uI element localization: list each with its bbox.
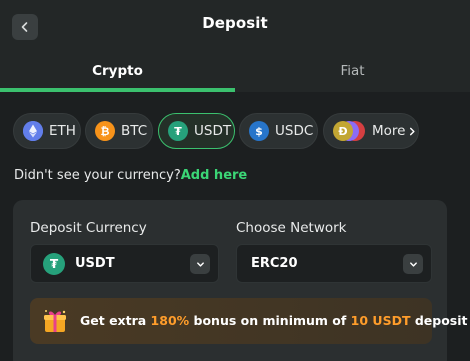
page-title: Deposit	[202, 14, 268, 32]
chip-more[interactable]: Ð More	[323, 113, 419, 149]
chevron-right-icon	[410, 127, 416, 135]
more-coins-icon: Ð	[333, 121, 371, 141]
deposit-currency-label: Deposit Currency	[30, 220, 147, 236]
currency-chips: ETH ₿ BTC ₮ USDT $ USDC Ð More	[13, 113, 470, 149]
network-select[interactable]: ERC20	[236, 244, 432, 283]
usdc-icon: $	[249, 121, 269, 141]
header: Deposit	[0, 0, 470, 50]
chip-usdt[interactable]: ₮ USDT	[158, 113, 235, 149]
usdt-icon: ₮	[43, 253, 65, 275]
chip-label: More	[372, 123, 406, 139]
gift-icon	[42, 308, 68, 334]
tab-fiat[interactable]: Fiat	[235, 50, 470, 92]
chip-label: USDT	[194, 123, 232, 139]
usdt-icon: ₮	[168, 121, 188, 141]
active-tab-indicator	[0, 88, 235, 92]
deposit-currency-select[interactable]: ₮ USDT	[30, 244, 219, 283]
chip-label: ETH	[49, 123, 76, 139]
add-currency-link[interactable]: Add here	[181, 168, 248, 183]
network-value: ERC20	[251, 256, 298, 271]
btc-icon: ₿	[95, 121, 115, 141]
tab-bar: Crypto Fiat	[0, 50, 470, 92]
chip-label: BTC	[121, 123, 148, 139]
chip-eth[interactable]: ETH	[13, 113, 81, 149]
eth-icon	[23, 121, 43, 141]
bonus-text: Get extra 180% bonus on minimum of 10 US…	[80, 313, 468, 328]
bonus-text-part: bonus on minimum of	[189, 313, 351, 328]
chevron-down-icon[interactable]	[190, 254, 210, 274]
bonus-banner: Get extra 180% bonus on minimum of 10 US…	[30, 298, 468, 344]
chip-usdc[interactable]: $ USDC	[239, 113, 318, 149]
notice-text: Didn't see your currency?	[14, 168, 181, 183]
chip-btc[interactable]: ₿ BTC	[85, 113, 153, 149]
chip-label: USDC	[275, 123, 314, 139]
bonus-text-part: deposit	[410, 313, 468, 328]
tab-crypto[interactable]: Crypto	[0, 50, 235, 92]
currency-notice: Didn't see your currency?Add here	[14, 168, 247, 183]
bonus-percent: 180%	[150, 313, 190, 328]
deposit-currency-value: USDT	[75, 256, 115, 271]
bonus-text-part: Get extra	[80, 313, 151, 328]
bonus-amount: 10 USDT	[350, 313, 411, 328]
chevron-down-icon[interactable]	[403, 254, 423, 274]
choose-network-label: Choose Network	[236, 220, 347, 236]
deposit-panel: Deposit Currency ₮ USDT Choose Network E…	[13, 200, 468, 361]
